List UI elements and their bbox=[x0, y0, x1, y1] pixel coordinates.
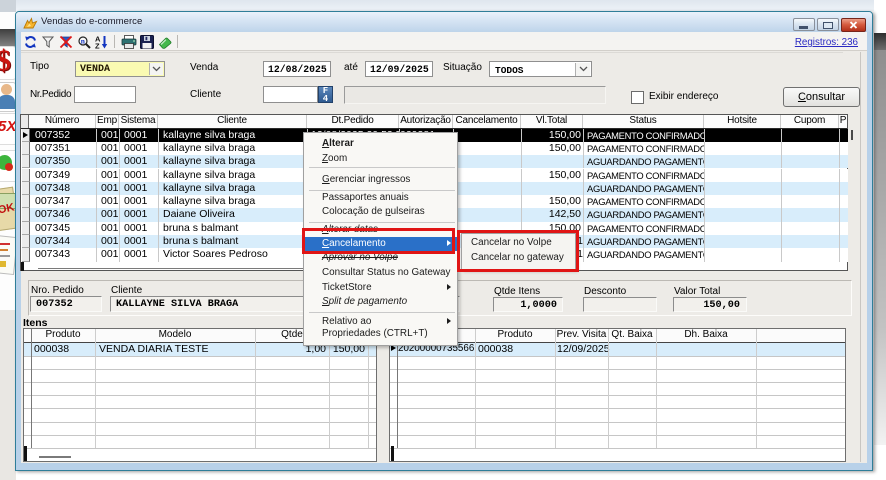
svg-text:Z: Z bbox=[95, 42, 100, 50]
